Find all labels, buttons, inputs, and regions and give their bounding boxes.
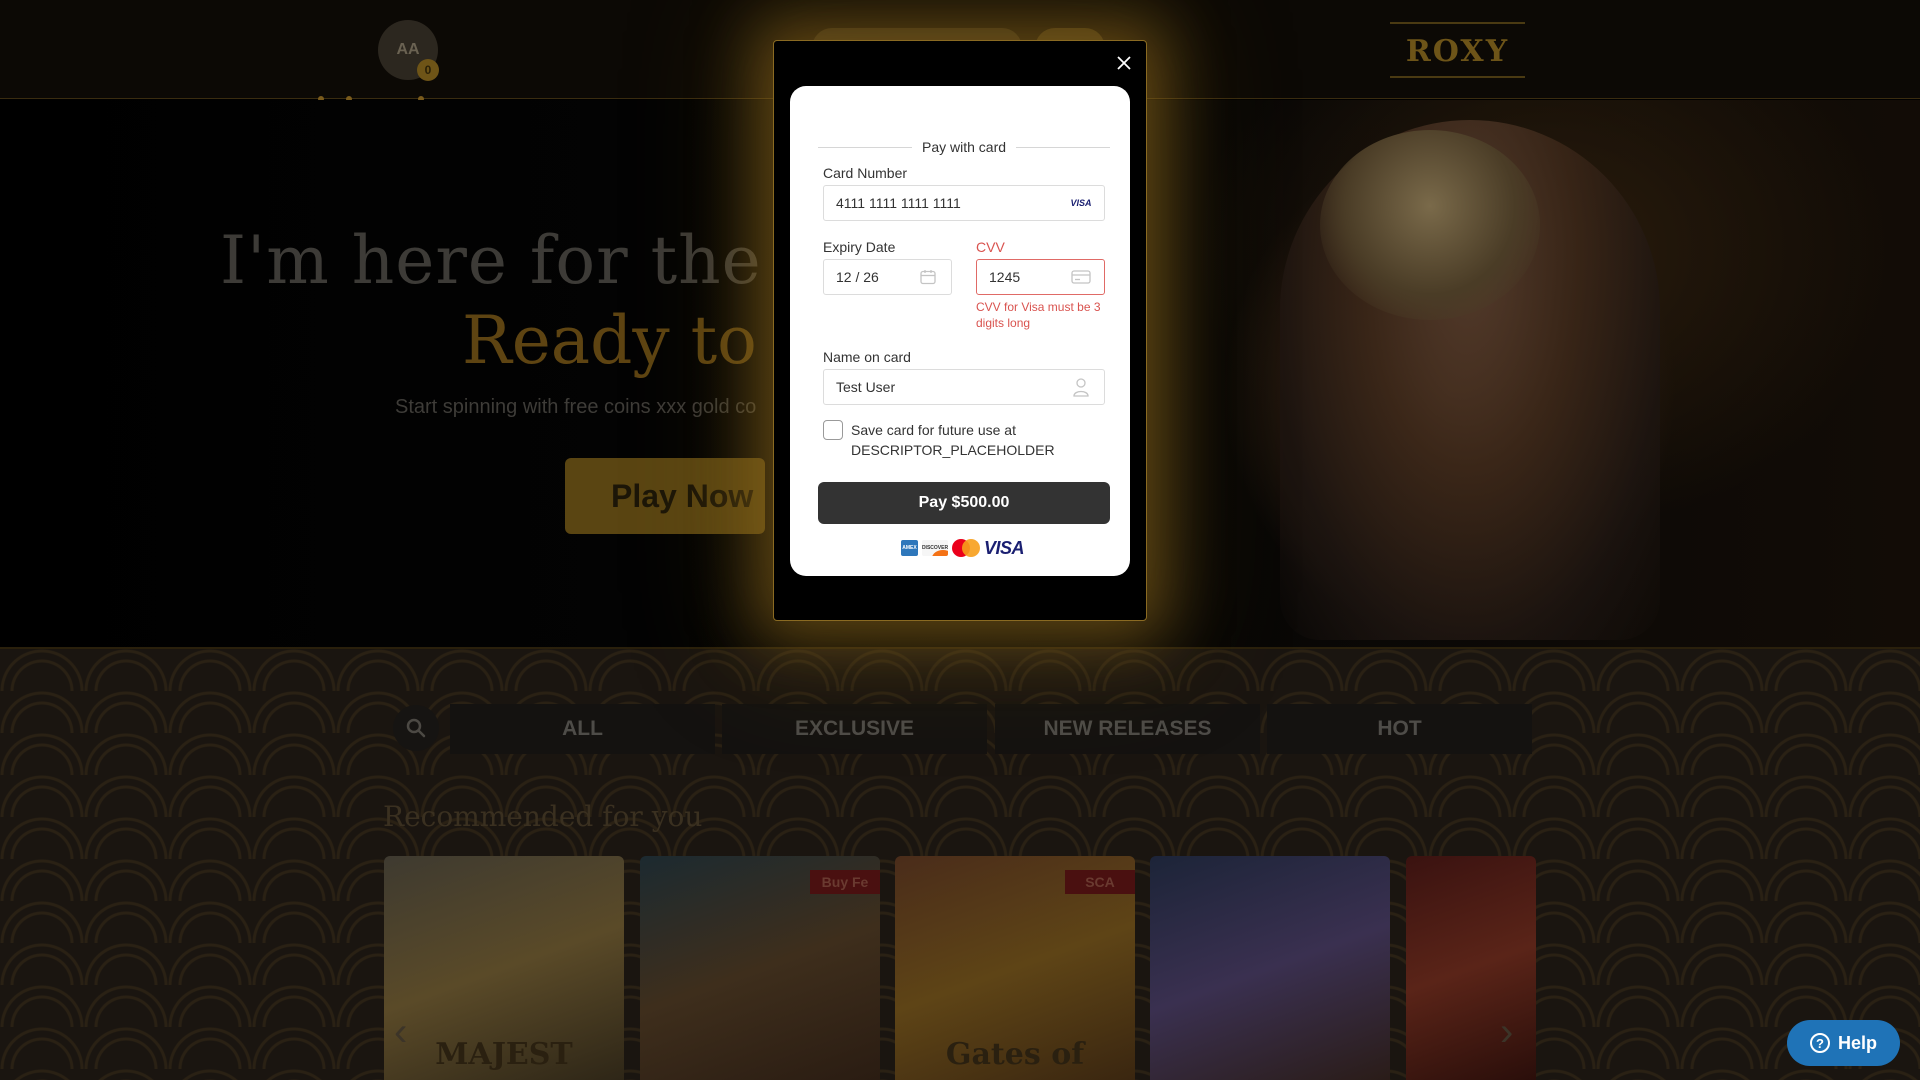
- save-card-checkbox[interactable]: [823, 420, 843, 440]
- amex-logo-icon: AMEX: [901, 540, 918, 556]
- card-cvv-icon: [1070, 268, 1092, 286]
- accepted-card-brands: AMEX DISCOVER VISA: [901, 537, 1025, 558]
- user-icon: [1070, 378, 1092, 397]
- close-button[interactable]: [1114, 53, 1134, 73]
- help-button[interactable]: ? Help: [1787, 1020, 1900, 1066]
- card-number-value: 4111 1111 1111 1111: [836, 195, 961, 211]
- pay-with-card-header: Pay with card: [818, 138, 1111, 156]
- visa-logo-icon: VISA: [984, 537, 1025, 558]
- mastercard-logo-icon: [952, 539, 980, 557]
- expiry-date-value: 12 / 26: [836, 269, 879, 285]
- expiry-date-label: Expiry Date: [823, 239, 896, 255]
- card-number-field[interactable]: 4111 1111 1111 1111 VISA: [823, 185, 1105, 221]
- cvv-value: 1245: [989, 269, 1021, 285]
- help-label: Help: [1837, 1032, 1877, 1053]
- divider-line: [818, 146, 912, 148]
- name-on-card-value: Test User: [836, 379, 896, 395]
- divider-line: [1016, 146, 1111, 148]
- payment-modal: Pay with card Card Number 4111 1111 1111…: [773, 40, 1147, 621]
- discover-logo-icon: DISCOVER: [922, 540, 948, 556]
- card-payment-form: Pay with card Card Number 4111 1111 1111…: [790, 86, 1130, 576]
- visa-card-icon: VISA: [1070, 198, 1092, 208]
- pay-button[interactable]: Pay $500.00: [818, 482, 1110, 524]
- card-number-label: Card Number: [823, 165, 908, 181]
- expiry-date-field[interactable]: 12 / 26: [823, 259, 952, 295]
- cvv-error-message: CVV for Visa must be 3 digits long: [976, 300, 1101, 330]
- calendar-icon: [917, 268, 939, 286]
- name-on-card-field[interactable]: Test User: [823, 369, 1105, 405]
- save-card-label[interactable]: Save card for future use at DESCRIPTOR_P…: [851, 420, 1101, 460]
- pay-with-card-heading: Pay with card: [921, 139, 1007, 155]
- name-on-card-label: Name on card: [823, 349, 911, 365]
- close-icon: [1117, 56, 1131, 70]
- question-icon: ?: [1809, 1033, 1830, 1053]
- cvv-label: CVV: [976, 239, 1005, 255]
- cvv-field[interactable]: 1245: [976, 259, 1105, 295]
